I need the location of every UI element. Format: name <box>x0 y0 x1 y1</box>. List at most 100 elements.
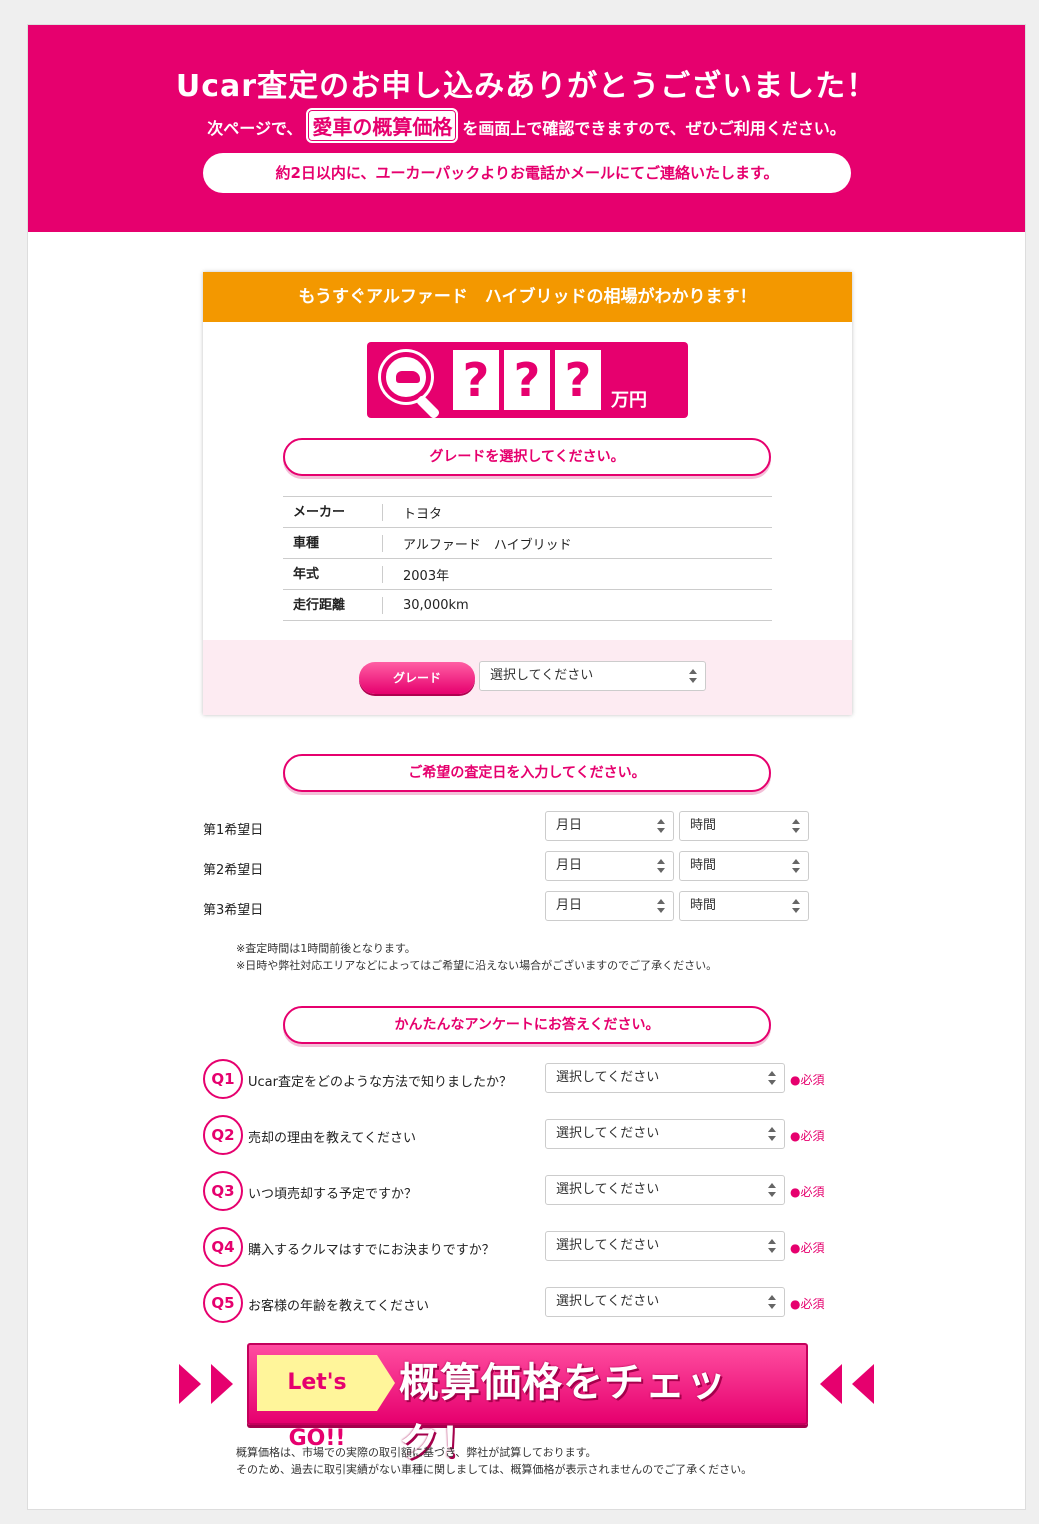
spec-row: 年式 2003年 <box>283 559 772 590</box>
select-arrows-icon <box>768 1127 776 1141</box>
select-value: 時間 <box>690 858 717 873</box>
vehicle-spec-table: メーカー トヨタ 車種 アルファード ハイブリッド 年式 2003年 走行距離 30,0… <box>283 496 772 621</box>
disclaimer-line: 概算価格は、市場での実際の取引額に基づき、弊社が試算しております。 <box>236 1446 597 1459</box>
grade-select-value: 選択してください <box>490 668 594 683</box>
grade-prompt: グレードを選択してください。 <box>283 438 771 476</box>
question-text: お客様の年齢を教えてください <box>248 1299 429 1314</box>
survey-select-q3[interactable]: 選択してください <box>545 1175 785 1205</box>
select-arrows-icon <box>768 1239 776 1253</box>
date-row-label: 第2希望日 <box>203 863 264 878</box>
select-value: 時間 <box>690 818 717 833</box>
hero-subtitle: 次ページで、 愛車の概算価格 を画面上で確認できますので、ぜひご利用ください。 <box>28 108 1025 143</box>
date-day-select[interactable]: 月日 <box>545 851 674 881</box>
grade-button[interactable]: グレード <box>359 662 475 694</box>
estimate-card: もうすぐアルファード ハイブリッドの相場がわかります！ ? ? ? 万円 グレー… <box>203 272 852 715</box>
date-note: ※日時や弊社対応エリアなどによってはご希望に沿えない場合がございますのでご了承く… <box>236 959 718 972</box>
select-arrows-icon <box>792 899 800 913</box>
question-number: Q5 <box>203 1283 243 1323</box>
survey-prompt: かんたんなアンケートにお答えください。 <box>283 1006 771 1044</box>
select-value: 選択してください <box>556 1126 660 1141</box>
question-number: Q3 <box>203 1171 243 1211</box>
hero-subtitle-emphasis: 愛車の概算価格 <box>306 108 459 143</box>
required-badge: ●必須 <box>790 1297 825 1311</box>
question-text: Ucar査定をどのような方法で知りましたか？ <box>248 1075 512 1090</box>
date-row-label: 第3希望日 <box>203 903 264 918</box>
arrow-right-icon <box>179 1364 201 1404</box>
hero-subtitle-suffix: を画面上で確認できますので、ぜひご利用ください。 <box>462 119 846 138</box>
spec-key: 車種 <box>283 534 383 552</box>
date-day-select[interactable]: 月日 <box>545 891 674 921</box>
select-arrows-icon <box>792 859 800 873</box>
select-value: 月日 <box>556 858 583 873</box>
arrow-left-icon <box>820 1364 842 1404</box>
survey-select-q5[interactable]: 選択してください <box>545 1287 785 1317</box>
arrow-right-icon <box>211 1364 233 1404</box>
date-row-label: 第1希望日 <box>203 823 264 838</box>
select-value: 選択してください <box>556 1294 660 1309</box>
spec-row: 車種 アルファード ハイブリッド <box>283 528 772 559</box>
survey-select-q1[interactable]: 選択してください <box>545 1063 785 1093</box>
disclaimer-line: そのため、過去に取引実績がない車種に関しましては、概算価格が表示されませんのでご… <box>236 1463 753 1476</box>
spec-value: 2003年 <box>403 568 450 584</box>
select-value: 選択してください <box>556 1182 660 1197</box>
lets-go-badge: Let's GO!! <box>257 1355 395 1451</box>
date-time-select[interactable]: 時間 <box>679 851 809 881</box>
date-time-select[interactable]: 時間 <box>679 891 809 921</box>
spec-row: メーカー トヨタ <box>283 497 772 528</box>
select-arrows-icon <box>768 1295 776 1309</box>
required-badge: ●必須 <box>790 1185 825 1199</box>
magnifier-car-icon <box>381 352 431 402</box>
date-prompt: ご希望の査定日を入力してください。 <box>283 754 771 792</box>
date-notes: ※査定時間は1時間前後となります。 ※日時や弊社対応エリアなどによってはご希望に… <box>236 940 717 974</box>
contact-notice: 約2日以内に、ユーカーパックよりお電話かメールにてご連絡いたします。 <box>203 153 851 193</box>
survey-select-q4[interactable]: 選択してください <box>545 1231 785 1261</box>
select-arrows-icon <box>657 819 665 833</box>
check-estimate-button[interactable]: Let's GO!! 概算価格をチェック！ <box>247 1343 808 1466</box>
date-time-select[interactable]: 時間 <box>679 811 809 841</box>
select-arrows-icon <box>792 819 800 833</box>
question-text: いつ頃売却する予定ですか？ <box>248 1187 418 1202</box>
select-value: 月日 <box>556 898 583 913</box>
survey-select-q2[interactable]: 選択してください <box>545 1119 785 1149</box>
spec-value: トヨタ <box>403 506 443 522</box>
select-arrows-icon <box>768 1183 776 1197</box>
price-digit: ? <box>504 350 550 410</box>
spec-value: アルファード ハイブリッド <box>403 537 572 553</box>
select-value: 時間 <box>690 898 717 913</box>
question-number: Q2 <box>203 1115 243 1155</box>
select-value: 月日 <box>556 818 583 833</box>
spec-key: 年式 <box>283 565 383 583</box>
price-digit: ? <box>453 350 499 410</box>
question-text: 購入するクルマはすでにお決まりですか？ <box>248 1243 495 1258</box>
page-title: Ucar査定のお申し込みありがとうございました！ <box>175 69 878 104</box>
price-unit: 万円 <box>611 390 647 411</box>
estimate-disclaimer: 概算価格は、市場での実際の取引額に基づき、弊社が試算しております。 そのため、過… <box>236 1444 752 1478</box>
spec-value: 30,000km <box>403 597 469 613</box>
select-arrows-icon <box>689 669 697 683</box>
select-value: 選択してください <box>556 1070 660 1085</box>
required-badge: ●必須 <box>790 1073 825 1087</box>
select-arrows-icon <box>657 899 665 913</box>
date-note: ※査定時間は1時間前後となります。 <box>236 942 416 955</box>
select-value: 選択してください <box>556 1238 660 1253</box>
estimate-card-header: もうすぐアルファード ハイブリッドの相場がわかります！ <box>203 272 852 322</box>
price-placeholder: ? ? ? 万円 <box>367 342 688 420</box>
spec-row: 走行距離 30,000km <box>283 590 772 621</box>
select-arrows-icon <box>768 1071 776 1085</box>
spec-key: 走行距離 <box>283 596 383 614</box>
question-number: Q4 <box>203 1227 243 1267</box>
select-arrows-icon <box>657 859 665 873</box>
date-day-select[interactable]: 月日 <box>545 811 674 841</box>
thank-you-banner: Ucar査定のお申し込みありがとうございました！ 次ページで、 愛車の概算価格 を画… <box>28 25 1025 232</box>
price-digit: ? <box>555 350 601 410</box>
grade-selector-band: グレード 選択してください <box>203 640 852 715</box>
question-number: Q1 <box>203 1059 243 1099</box>
page-frame: Ucar査定のお申し込みありがとうございました！ 次ページで、 愛車の概算価格 を画… <box>27 24 1026 1510</box>
car-icon <box>396 371 420 383</box>
required-badge: ●必須 <box>790 1241 825 1255</box>
hero-subtitle-prefix: 次ページで、 <box>207 119 303 138</box>
required-badge: ●必須 <box>790 1129 825 1143</box>
arrow-left-icon <box>852 1364 874 1404</box>
grade-select[interactable]: 選択してください <box>479 661 706 691</box>
magnifier-handle <box>415 394 441 420</box>
